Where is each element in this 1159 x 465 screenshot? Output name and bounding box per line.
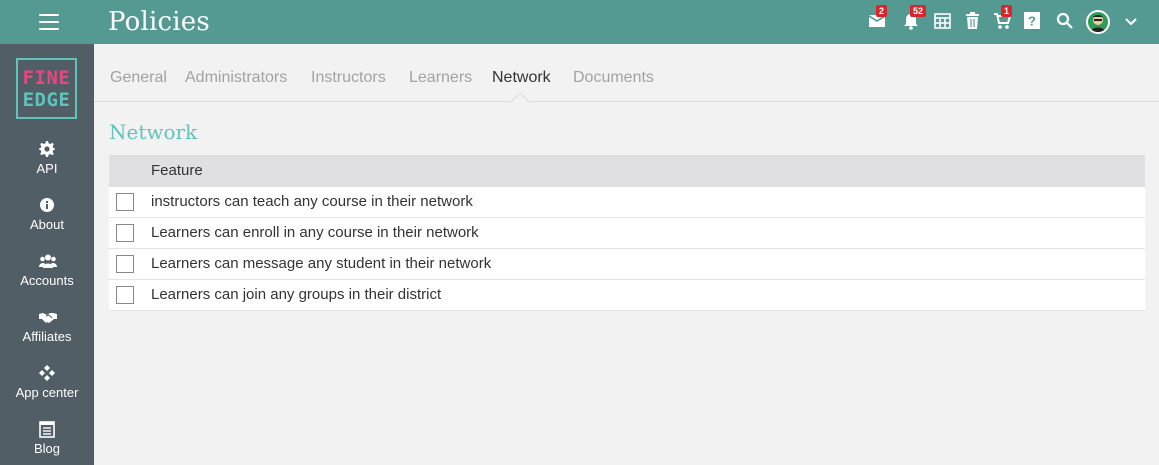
policy-table: Feature instructors can teach any course… (109, 155, 1145, 311)
sidebar: FINE EDGE API About Accounts Affiliates … (0, 44, 94, 465)
feature-column-header: Feature (151, 162, 203, 179)
info-icon (39, 197, 55, 213)
messages-icon[interactable]: 2 (868, 5, 888, 32)
table-row: Learners can join any groups in their di… (109, 280, 1145, 311)
sidebar-item-label: App center (15, 385, 79, 400)
tab-general[interactable]: General (110, 68, 167, 88)
app-center-icon (39, 365, 55, 381)
table-row: instructors can teach any course in thei… (109, 187, 1145, 218)
table-row: Learners can enroll in any course in the… (109, 218, 1145, 249)
tab-instructors[interactable]: Instructors (311, 68, 386, 88)
tab-network[interactable]: Network (492, 68, 551, 88)
tab-administrators[interactable]: Administrators (185, 68, 287, 88)
table-row: Learners can message any student in thei… (109, 249, 1145, 280)
policy-checkbox[interactable] (116, 286, 134, 304)
tab-learners[interactable]: Learners (409, 68, 472, 88)
chevron-down-icon[interactable] (1124, 15, 1138, 29)
calendar-icon[interactable] (934, 12, 954, 32)
svg-text:?: ? (1028, 14, 1036, 29)
users-icon (39, 253, 57, 269)
sidebar-item-label: Affiliates (22, 329, 72, 344)
blog-icon (39, 421, 55, 438)
sidebar-item-label: Accounts (20, 273, 74, 288)
avatar[interactable] (1086, 10, 1110, 34)
sidebar-item-affiliates[interactable]: Affiliates (0, 309, 94, 359)
table-header: Feature (109, 155, 1145, 187)
logo-line2: EDGE (22, 88, 71, 111)
policy-label: Learners can join any groups in their di… (151, 286, 442, 303)
top-bar: Policies 2 52 1 ? (0, 0, 1159, 44)
section-title: Network (109, 120, 198, 144)
search-icon[interactable] (1056, 12, 1076, 32)
sidebar-item-label: Blog (33, 441, 61, 456)
logo-line1: FINE (22, 66, 71, 89)
cart-icon[interactable]: 1 (993, 5, 1013, 32)
page-title: Policies (108, 7, 210, 37)
help-icon[interactable]: ? (1024, 12, 1044, 32)
tabs-bar: General Administrators Instructors Learn… (94, 44, 1159, 102)
sidebar-item-about[interactable]: About (0, 197, 94, 247)
gear-icon (39, 141, 55, 157)
handshake-icon (39, 309, 57, 325)
sidebar-item-app-center[interactable]: App center (0, 365, 94, 415)
policy-checkbox[interactable] (116, 224, 134, 242)
bell-icon[interactable]: 52 (902, 5, 927, 32)
messages-badge: 2 (876, 5, 888, 17)
policy-checkbox[interactable] (116, 255, 134, 273)
menu-icon[interactable] (39, 14, 59, 30)
policy-label: Learners can message any student in thei… (151, 255, 492, 272)
trash-icon[interactable] (964, 12, 984, 32)
policy-label: Learners can enroll in any course in the… (151, 224, 479, 241)
sidebar-item-api[interactable]: API (0, 141, 94, 191)
sidebar-item-blog[interactable]: Blog (0, 421, 94, 465)
sidebar-item-accounts[interactable]: Accounts (0, 253, 94, 303)
policy-label: instructors can teach any course in thei… (151, 193, 473, 210)
fine-edge-logo[interactable]: FINE EDGE (16, 58, 77, 119)
tab-documents[interactable]: Documents (573, 68, 654, 88)
cart-badge: 1 (1001, 5, 1013, 17)
notifications-badge: 52 (910, 5, 927, 17)
policy-checkbox[interactable] (116, 193, 134, 211)
sidebar-item-label: API (36, 161, 58, 176)
sidebar-item-label: About (30, 217, 64, 232)
